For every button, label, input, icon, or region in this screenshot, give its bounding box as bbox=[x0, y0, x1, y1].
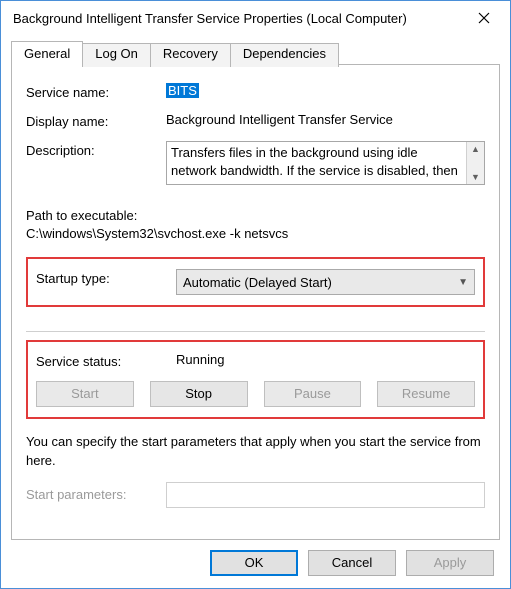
service-properties-dialog: Background Intelligent Transfer Service … bbox=[0, 0, 511, 589]
tab-panel-general: Service name: BITS Display name: Backgro… bbox=[11, 64, 500, 540]
titlebar: Background Intelligent Transfer Service … bbox=[1, 1, 510, 35]
startup-type-value: Automatic (Delayed Start) bbox=[183, 275, 332, 290]
resume-button: Resume bbox=[377, 381, 475, 407]
tab-dependencies[interactable]: Dependencies bbox=[230, 43, 339, 67]
chevron-up-icon[interactable]: ▲ bbox=[471, 142, 480, 156]
close-icon bbox=[478, 12, 490, 24]
apply-button: Apply bbox=[406, 550, 494, 576]
window-title: Background Intelligent Transfer Service … bbox=[13, 11, 464, 26]
description-label: Description: bbox=[26, 141, 166, 158]
tab-general[interactable]: General bbox=[11, 41, 83, 65]
description-text[interactable]: Transfers files in the background using … bbox=[167, 142, 466, 184]
start-button: Start bbox=[36, 381, 134, 407]
cancel-button[interactable]: Cancel bbox=[308, 550, 396, 576]
description-scrollbar[interactable]: ▲ ▼ bbox=[466, 142, 484, 184]
description-box: Transfers files in the background using … bbox=[166, 141, 485, 185]
service-status-value: Running bbox=[176, 352, 475, 367]
startup-type-label: Startup type: bbox=[36, 269, 176, 286]
start-parameters-label: Start parameters: bbox=[26, 487, 166, 502]
stop-button[interactable]: Stop bbox=[150, 381, 248, 407]
service-status-highlight: Service status: Running Start Stop Pause… bbox=[26, 340, 485, 419]
chevron-down-icon[interactable]: ▼ bbox=[471, 170, 480, 184]
help-text: You can specify the start parameters tha… bbox=[26, 433, 485, 469]
display-name-label: Display name: bbox=[26, 112, 166, 129]
tab-recovery[interactable]: Recovery bbox=[150, 43, 231, 67]
service-name-label: Service name: bbox=[26, 83, 166, 100]
path-value: C:\windows\System32\svchost.exe -k netsv… bbox=[26, 225, 485, 243]
start-parameters-input bbox=[166, 482, 485, 508]
close-button[interactable] bbox=[464, 4, 504, 32]
service-name-value[interactable]: BITS bbox=[166, 83, 199, 98]
client-area: General Log On Recovery Dependencies Ser… bbox=[1, 35, 510, 588]
dialog-footer: OK Cancel Apply bbox=[11, 540, 500, 576]
tab-log-on[interactable]: Log On bbox=[82, 43, 151, 67]
path-block: Path to executable: C:\windows\System32\… bbox=[26, 207, 485, 243]
path-label: Path to executable: bbox=[26, 207, 485, 225]
service-status-label: Service status: bbox=[36, 352, 176, 369]
startup-type-select[interactable]: Automatic (Delayed Start) ▼ bbox=[176, 269, 475, 295]
startup-type-highlight: Startup type: Automatic (Delayed Start) … bbox=[26, 257, 485, 307]
divider bbox=[26, 331, 485, 332]
ok-button[interactable]: OK bbox=[210, 550, 298, 576]
display-name-value: Background Intelligent Transfer Service bbox=[166, 112, 485, 127]
chevron-down-icon: ▼ bbox=[458, 277, 468, 288]
tab-strip: General Log On Recovery Dependencies bbox=[11, 41, 500, 65]
pause-button: Pause bbox=[264, 381, 362, 407]
